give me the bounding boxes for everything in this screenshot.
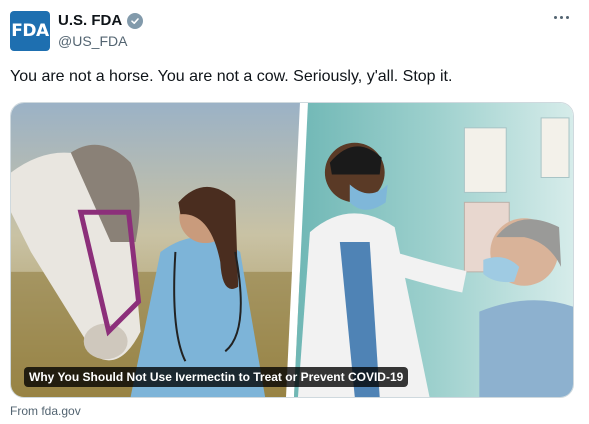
verified-badge-icon — [127, 12, 144, 29]
display-name[interactable]: U.S. FDA — [58, 12, 122, 29]
card-caption: Why You Should Not Use Ivermectin to Tre… — [24, 367, 409, 387]
tweet-text: You are not a horse. You are not a cow. … — [10, 68, 453, 85]
card-image — [11, 103, 573, 397]
link-card[interactable]: Why You Should Not Use Ivermectin to Tre… — [10, 102, 574, 398]
card-source[interactable]: From fda.gov — [10, 404, 81, 418]
avatar[interactable]: FDA — [10, 11, 50, 51]
tweet: FDA U.S. FDA @US_FDA You are not a horse… — [0, 0, 589, 424]
handle[interactable]: @US_FDA — [58, 33, 127, 49]
more-options-icon[interactable] — [552, 12, 571, 23]
name-row: U.S. FDA — [58, 12, 144, 29]
avatar-logo-text: FDA — [11, 21, 49, 41]
